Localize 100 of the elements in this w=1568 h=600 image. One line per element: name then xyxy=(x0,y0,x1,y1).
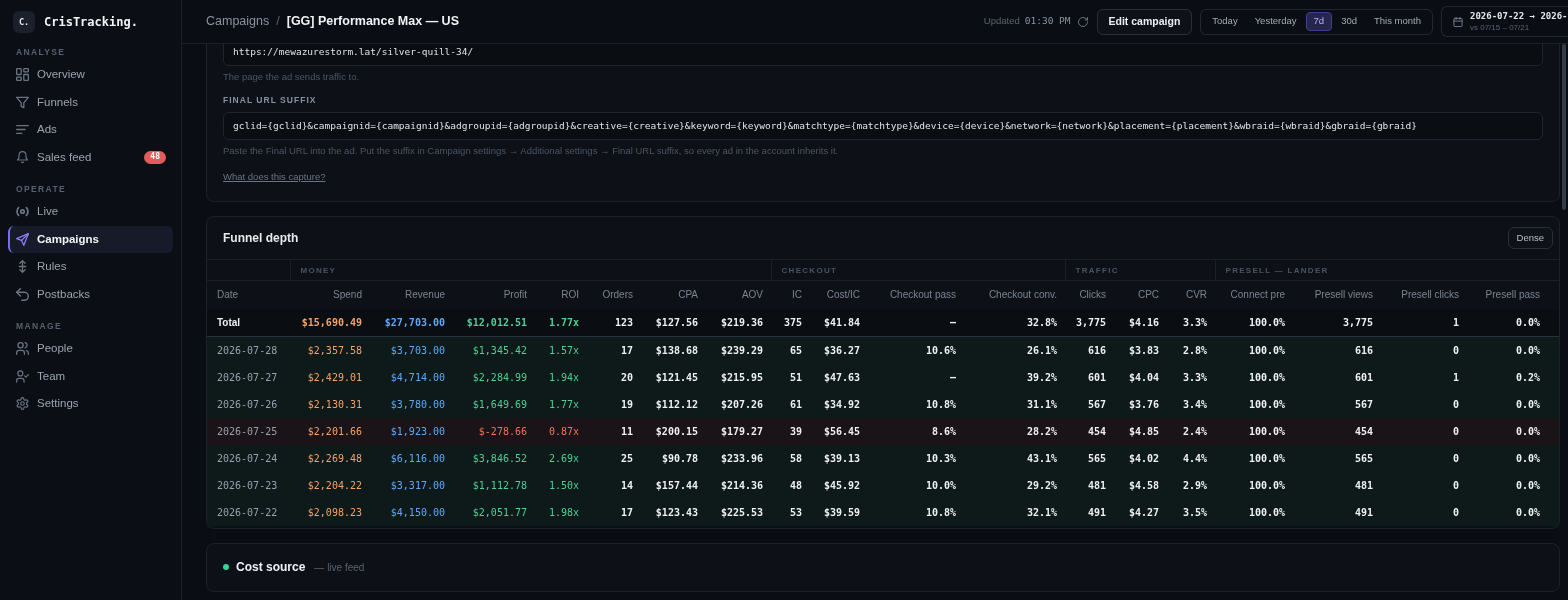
table-cell: 17 xyxy=(587,498,641,526)
range-tab[interactable]: Today xyxy=(1204,12,1246,31)
table-cell: $2,284.99 xyxy=(453,363,535,391)
row-label: Total xyxy=(207,308,290,337)
column-header: AOV xyxy=(706,280,772,309)
table-cell: $2,357.58 xyxy=(290,336,370,364)
table-cell: 14 xyxy=(587,471,641,499)
table-cell: 25 xyxy=(587,444,641,472)
calendar-icon xyxy=(1453,16,1463,27)
status-dot-icon xyxy=(223,564,229,570)
table-cell: 567 xyxy=(1293,390,1382,418)
table-cell: 2.69x xyxy=(535,444,587,472)
sidebar-item[interactable]: Settings xyxy=(8,390,173,418)
table-cell: 0.2% xyxy=(1467,363,1559,391)
table-cell: $27,703.00 xyxy=(370,308,453,337)
table-cell: 2.4% xyxy=(1167,417,1216,445)
table-cell: $219.36 xyxy=(706,308,772,337)
table-cell: $39.13 xyxy=(810,444,869,472)
table-cell: $2,201.66 xyxy=(290,417,370,445)
table-cell: 8.6% xyxy=(868,417,965,445)
table-cell: 0 xyxy=(1381,390,1468,418)
column-group-label: MONEY xyxy=(300,265,337,276)
column-header: Clicks xyxy=(1065,280,1115,309)
table-cell: 100.0% xyxy=(1215,336,1294,364)
table-cell: 1 xyxy=(1381,308,1468,337)
table-cell: 601 xyxy=(1293,363,1382,391)
edit-campaign-button[interactable]: Edit campaign xyxy=(1096,8,1193,35)
sidebar-item[interactable]: Ads xyxy=(8,116,173,144)
table-cell: 616 xyxy=(1293,336,1382,364)
table-cell: 1.94x xyxy=(535,363,587,391)
table-cell: 100.0% xyxy=(1215,363,1294,391)
card-subtitle: — live feed xyxy=(314,560,365,575)
scrollbar-thumb[interactable] xyxy=(1562,44,1566,210)
table-cell: 43.1% xyxy=(964,444,1066,472)
table-cell: $215.95 xyxy=(706,363,772,391)
sidebar-item[interactable]: Sales feed 48 xyxy=(8,143,173,171)
breadcrumb-link[interactable]: Campaigns xyxy=(206,12,270,31)
range-tab[interactable]: Yesterday xyxy=(1246,12,1305,31)
table-cell: $1,112.78 xyxy=(453,471,535,499)
table-cell: $127.56 xyxy=(641,308,706,337)
column-header: Date xyxy=(207,280,290,309)
sidebar-item[interactable]: Team xyxy=(8,362,173,390)
table-cell: 3.4% xyxy=(1167,390,1216,418)
up-down-arrow-icon xyxy=(16,260,29,274)
column-header: Connect pre xyxy=(1215,280,1294,309)
broadcast-icon xyxy=(16,205,29,219)
table-cell: 481 xyxy=(1293,471,1382,499)
range-tab[interactable]: 7d xyxy=(1305,12,1333,31)
table-cell: 3.5% xyxy=(1167,498,1216,526)
table-cell: 3,775 xyxy=(1065,308,1115,337)
table-cell: $4.16 xyxy=(1114,308,1168,337)
table-cell: $4,150.00 xyxy=(370,498,453,526)
range-tab[interactable]: 30d xyxy=(1333,12,1365,31)
sidebar-item[interactable]: Postbacks xyxy=(8,280,173,308)
column-header: CPC xyxy=(1114,280,1168,309)
url-suffix-field[interactable]: gclid={gclid}&campaignid={campaignid}&adgroupid={adgroupid}&creative={creative}&keyword={keyword}&matchtype={matchtype}&device={device}&network={network}&placement={placement}&wbraid={wbraid}&gbraid={gbraid} xyxy=(223,112,1543,140)
table-cell: 2.9% xyxy=(1167,471,1216,499)
table-cell: $225.53 xyxy=(706,498,772,526)
dense-button[interactable]: Dense xyxy=(1507,227,1553,249)
table-cell: $4.85 xyxy=(1114,417,1168,445)
date-cell: 2026-07-28 xyxy=(207,336,290,364)
table-cell: $4.02 xyxy=(1114,444,1168,472)
help-link[interactable]: What does this capture? xyxy=(223,170,326,183)
table-cell: $200.15 xyxy=(641,417,706,445)
page-title: [GG] Performance Max — US xyxy=(286,13,459,31)
sidebar-item[interactable]: Campaigns xyxy=(8,225,173,253)
table-cell: 0 xyxy=(1381,336,1468,364)
table-cell: $2,269.48 xyxy=(290,444,370,472)
table-cell: 10.3% xyxy=(868,444,965,472)
card-title: Cost source xyxy=(236,559,306,576)
table-cell: 3.3% xyxy=(1167,308,1216,337)
table-cell: 58 xyxy=(771,444,811,472)
table-cell: 20 xyxy=(587,363,641,391)
table-cell: $47.63 xyxy=(810,363,869,391)
sidebar-item[interactable]: Rules xyxy=(8,253,173,281)
table-cell: $233.96 xyxy=(706,444,772,472)
refresh-icon[interactable] xyxy=(1077,16,1088,27)
sidebar-item[interactable]: Overview xyxy=(8,61,173,89)
column-header: CPA xyxy=(641,280,706,309)
range-tab[interactable]: This month xyxy=(1366,12,1429,31)
send-icon xyxy=(16,232,29,246)
table-cell: $123.43 xyxy=(641,498,706,526)
table-cell: 10.0% xyxy=(868,471,965,499)
table-cell: 3.3% xyxy=(1167,363,1216,391)
url-field[interactable]: https://mewazurestorm.lat/silver-quill-34/ xyxy=(223,44,1543,66)
table-cell: $2,130.31 xyxy=(290,390,370,418)
sidebar-item[interactable]: Funnels xyxy=(8,88,173,116)
table-cell: 17 xyxy=(587,336,641,364)
table-cell: $15,690.49 xyxy=(290,308,370,337)
date-range-picker[interactable]: 2026-07-22 → 2026- vs 07/15 – 07/21 xyxy=(1441,6,1568,37)
sidebar-item[interactable]: Live xyxy=(8,198,173,226)
sidebar-item[interactable]: People xyxy=(8,335,173,363)
table-cell: 11 xyxy=(587,417,641,445)
table-cell: 100.0% xyxy=(1215,471,1294,499)
date-cell: 2026-07-22 xyxy=(207,498,290,526)
table-cell: $34.92 xyxy=(810,390,869,418)
table-cell: $2,204.22 xyxy=(290,471,370,499)
table-cell: $41.84 xyxy=(810,308,869,337)
bell-icon xyxy=(16,150,29,164)
table-cell: — xyxy=(868,363,965,391)
